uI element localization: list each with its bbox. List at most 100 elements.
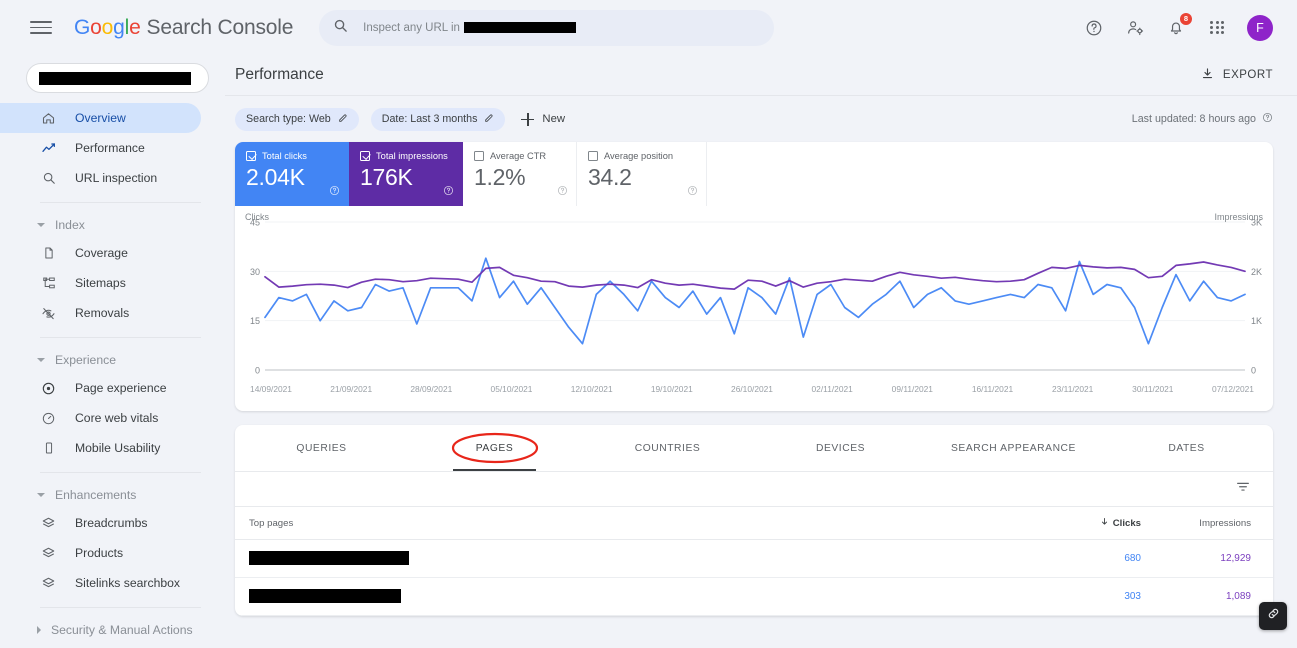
svg-text:30/11/2021: 30/11/2021 (1132, 384, 1174, 394)
tab-devices[interactable]: DEVICES (754, 425, 927, 471)
main-content: Performance EXPORT Search type: Web Date (225, 55, 1297, 648)
chevron-down-icon (37, 358, 45, 362)
avatar[interactable]: F (1247, 14, 1273, 41)
svg-text:19/10/2021: 19/10/2021 (651, 384, 693, 394)
help-circle-icon[interactable] (1083, 17, 1105, 39)
help-circle-icon[interactable] (329, 183, 340, 201)
hamburger-icon[interactable] (30, 17, 52, 39)
help-circle-icon[interactable] (687, 183, 698, 201)
redacted-domain (463, 22, 576, 33)
sidebar-group-security-manual-actions[interactable]: Security & Manual Actions (0, 617, 225, 643)
metric-total-clicks[interactable]: Total clicks 2.04K (235, 142, 349, 206)
sidebar-item-label: Removals (75, 306, 130, 320)
svg-text:26/10/2021: 26/10/2021 (731, 384, 773, 394)
sidebar-item-mobile-usability[interactable]: Mobile Usability (0, 433, 201, 463)
sidebar-item-products[interactable]: Products (0, 538, 201, 568)
table-row[interactable]: 680 12,929 (235, 540, 1273, 578)
sidebar-group-label: Security & Manual Actions (51, 623, 193, 637)
tab-label: SEARCH APPEARANCE (951, 442, 1076, 454)
sidebar-item-breadcrumbs[interactable]: Breadcrumbs (0, 508, 201, 538)
tab-pages[interactable]: PAGES (408, 425, 581, 471)
table-filter-row (235, 472, 1273, 506)
performance-chart[interactable]: Clicks Impressions 0 0 15 1K 30 2K 45 3K 14/09/2… (235, 206, 1273, 411)
apps-grid-icon[interactable] (1206, 17, 1228, 39)
svg-text:23/11/2021: 23/11/2021 (1052, 384, 1094, 394)
svg-text:05/10/2021: 05/10/2021 (491, 384, 533, 394)
svg-text:1K: 1K (1251, 316, 1262, 326)
checkbox-total-impressions[interactable] (360, 151, 370, 161)
redacted-page-url (249, 589, 401, 604)
sidebar-group-experience[interactable]: Experience (0, 347, 225, 373)
cell-clicks: 303 (1124, 591, 1141, 602)
metric-total-impressions[interactable]: Total impressions 176K (349, 142, 463, 206)
export-label: EXPORT (1222, 69, 1273, 81)
sidebar-item-sitemaps[interactable]: Sitemaps (0, 268, 201, 298)
search-input[interactable]: Inspect any URL in (319, 9, 775, 46)
redacted-property-name (39, 71, 191, 85)
help-circle-icon[interactable] (1262, 112, 1273, 126)
checkbox-total-clicks[interactable] (246, 151, 256, 161)
cell-clicks: 680 (1124, 553, 1141, 564)
sidebar-item-performance[interactable]: Performance (0, 133, 201, 163)
column-header-impressions-label: Impressions (1199, 517, 1251, 529)
table-row[interactable]: 303 1,089 (235, 578, 1273, 616)
divider (40, 202, 201, 203)
sidebar-item-url-inspection[interactable]: URL inspection (0, 163, 201, 193)
tab-label: DEVICES (815, 442, 866, 454)
filter-icon[interactable] (1235, 479, 1251, 500)
sidebar-item-label: Breadcrumbs (75, 516, 148, 530)
page-title: Performance (235, 66, 324, 83)
chevron-down-icon (37, 223, 45, 227)
redacted-page-url (249, 551, 409, 566)
chip-date-range[interactable]: Date: Last 3 months (370, 107, 506, 131)
property-selector[interactable] (26, 63, 209, 93)
help-circle-icon[interactable] (557, 183, 568, 201)
column-header-clicks[interactable]: Clicks (1031, 517, 1141, 529)
metric-average-position[interactable]: Average position 34.2 (577, 142, 707, 206)
sidebar-item-label: Overview (75, 111, 126, 125)
column-header-impressions[interactable]: Impressions (1141, 518, 1251, 529)
sidebar-item-label: URL inspection (75, 171, 158, 185)
metric-label: Average position (604, 151, 674, 161)
sidebar-group-enhancements[interactable]: Enhancements (0, 482, 225, 508)
sidebar-item-page-experience[interactable]: Page experience (0, 373, 201, 403)
svg-text:09/11/2021: 09/11/2021 (892, 384, 934, 394)
metric-average-ctr[interactable]: Average CTR 1.2% (463, 142, 577, 206)
sidebar-group-index[interactable]: Index (0, 212, 225, 238)
checkbox-average-ctr[interactable] (474, 151, 484, 161)
tab-search-appearance[interactable]: SEARCH APPEARANCE (927, 425, 1100, 471)
product-name: Search Console (146, 15, 294, 39)
divider (40, 607, 201, 608)
chip-search-type[interactable]: Search type: Web (235, 107, 359, 131)
search-icon (333, 18, 351, 38)
sidebar-item-coverage[interactable]: Coverage (0, 238, 201, 268)
chart-svg: 0 015 1K30 2K45 3K14/09/2021 21/09/2021 28/09/… (250, 218, 1262, 395)
cell-impressions: 1,089 (1225, 591, 1251, 602)
account-settings-icon[interactable] (1124, 17, 1146, 39)
sidebar-item-core-web-vitals[interactable]: Core web vitals (0, 403, 201, 433)
link-chain-button[interactable] (1259, 602, 1287, 630)
download-icon (1201, 67, 1214, 83)
help-circle-icon[interactable] (443, 183, 454, 201)
sidebar-item-removals[interactable]: Removals (0, 298, 201, 328)
add-filter-button[interactable]: New (521, 112, 565, 126)
chart-line-icon (40, 140, 57, 157)
metric-label: Total impressions (376, 151, 448, 161)
tab-dates[interactable]: DATES (1100, 425, 1273, 471)
bell-icon[interactable]: 8 (1165, 12, 1192, 39)
last-updated: Last updated: 8 hours ago (1132, 112, 1273, 126)
metric-value: 2.04K (246, 164, 305, 190)
export-button[interactable]: EXPORT (1201, 67, 1273, 83)
sidebar-item-sitelinks-searchbox[interactable]: Sitelinks searchbox (0, 568, 201, 598)
sidebar-item-overview[interactable]: Overview (0, 103, 201, 133)
search-icon (40, 170, 57, 187)
chip-label: Date: Last 3 months (381, 113, 478, 125)
svg-text:15: 15 (250, 316, 260, 326)
brand: Google Search Console (74, 16, 293, 40)
tab-countries[interactable]: COUNTRIES (581, 425, 754, 471)
page-icon (40, 245, 57, 262)
svg-text:2K: 2K (1251, 267, 1262, 277)
checkbox-average-position[interactable] (588, 151, 598, 161)
performance-card: Total clicks 2.04K Total impressions 176… (235, 142, 1273, 411)
tab-queries[interactable]: QUERIES (235, 425, 408, 471)
